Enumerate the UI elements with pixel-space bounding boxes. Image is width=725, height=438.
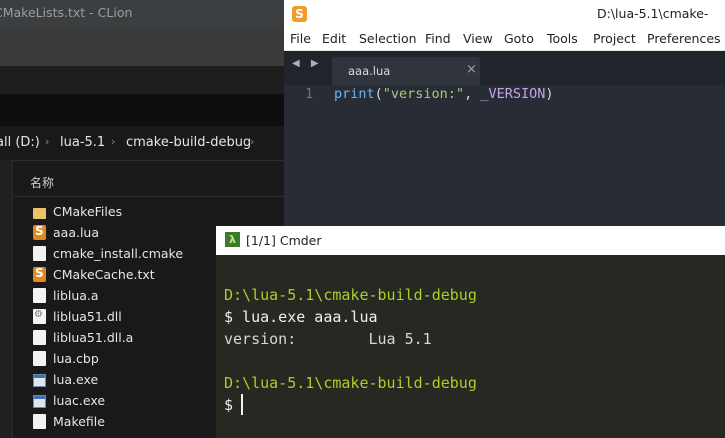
terminal-output: version: Lua 5.1 (224, 330, 432, 348)
line-number: 1 (305, 86, 314, 102)
list-item[interactable]: luac.exe (33, 390, 105, 411)
exe-icon (33, 373, 46, 387)
exe-icon (33, 394, 46, 408)
menu-tools[interactable]: Tools (547, 31, 578, 46)
file-icon (33, 330, 46, 345)
terminal-prompt-path: D:\lua-5.1\cmake-build-debug (224, 374, 477, 392)
list-item[interactable]: liblua.a (33, 285, 99, 306)
list-item[interactable]: liblua51.dll (33, 306, 122, 327)
list-item[interactable]: CMakeCache.txt (33, 264, 155, 285)
menu-file[interactable]: File (290, 31, 311, 46)
sublime-file-icon (33, 224, 46, 240)
file-name: cmake_install.cmake (53, 246, 184, 261)
sublime-titlebar[interactable]: D:\lua-5.1\cmake-build-debug\aaa.lua - S… (284, 0, 725, 77)
dll-icon (33, 309, 46, 324)
list-item[interactable]: lua.cbp (33, 348, 99, 369)
code-comma: , (464, 86, 481, 102)
file-icon (33, 246, 46, 261)
breadcrumb-chevron-icon: › (45, 135, 50, 148)
nav-pane-edge (0, 160, 13, 438)
file-name: liblua.a (53, 288, 99, 303)
terminal-prompt: $ (224, 396, 234, 414)
menu-project[interactable]: Project (593, 31, 636, 46)
tab-label: aaa.lua (348, 64, 391, 78)
file-icon (33, 351, 46, 366)
code-function: print (334, 86, 375, 102)
folder-icon (33, 207, 46, 219)
code-variable: _VERSION (480, 86, 546, 102)
clion-title: CMakeLists.txt - CLion (0, 5, 133, 20)
breadcrumb-lua[interactable]: lua-5.1 (60, 135, 105, 150)
file-name: lua.cbp (53, 351, 99, 366)
list-item[interactable]: lua.exe (33, 369, 98, 390)
breadcrumb[interactable]: all (D:) › lua-5.1 › cmake-build-debug › (0, 126, 284, 161)
tab-nav-arrows-icon[interactable]: ◀ ▶ (292, 58, 323, 69)
file-icon (33, 414, 46, 429)
menu-goto[interactable]: Goto (504, 31, 534, 46)
sublime-file-icon (33, 266, 46, 282)
lambda-icon: λ (225, 232, 240, 247)
clion-panel-dark (0, 94, 284, 126)
code-line[interactable]: print("version:", _VERSION) (334, 86, 554, 102)
list-item[interactable]: Makefile (33, 411, 105, 432)
terminal-command: $ lua.exe aaa.lua (224, 308, 378, 326)
column-header-name[interactable]: 名称 (30, 174, 54, 191)
code-paren: ) (545, 86, 554, 102)
file-name: aaa.lua (53, 225, 100, 240)
menu-view[interactable]: View (463, 31, 493, 46)
file-name: liblua51.dll (53, 309, 122, 324)
clion-panel (0, 66, 284, 94)
breadcrumb-chevron-icon: › (111, 135, 116, 148)
list-item[interactable]: CMakeFiles (33, 201, 122, 222)
terminal-cursor[interactable] (241, 394, 243, 415)
close-icon[interactable]: × (466, 62, 477, 77)
menu-bar: File Edit Selection Find View Goto Tools… (284, 28, 725, 51)
menu-preferences[interactable]: Preferences (647, 31, 721, 46)
menu-find[interactable]: Find (425, 31, 451, 46)
breadcrumb-drive[interactable]: all (D:) (0, 135, 40, 150)
tab-aaa-lua[interactable]: aaa.lua × (332, 57, 480, 85)
menu-selection[interactable]: Selection (359, 31, 417, 46)
terminal-prompt-path: D:\lua-5.1\cmake-build-debug (224, 286, 477, 304)
list-item[interactable]: liblua51.dll.a (33, 327, 133, 348)
file-name: luac.exe (53, 393, 106, 408)
column-divider (14, 196, 284, 197)
code-paren: ( (374, 86, 383, 102)
list-item[interactable]: cmake_install.cmake (33, 243, 183, 264)
clion-titlebar[interactable]: CMakeLists.txt - CLion (0, 0, 284, 26)
file-name: liblua51.dll.a (53, 330, 134, 345)
cmder-title: [1/1] Cmder (246, 233, 322, 248)
code-editor[interactable] (284, 85, 725, 226)
breadcrumb-build[interactable]: cmake-build-debug (126, 135, 251, 150)
list-item[interactable]: aaa.lua (33, 222, 99, 243)
file-name: Makefile (53, 414, 105, 429)
code-string: "version:" (382, 86, 465, 102)
clion-toolbar (0, 26, 284, 66)
file-icon (33, 288, 46, 303)
menu-edit[interactable]: Edit (322, 31, 346, 46)
file-name: lua.exe (53, 372, 99, 387)
breadcrumb-chevron-icon: › (250, 135, 255, 148)
file-name: CMakeFiles (53, 204, 123, 219)
file-name: CMakeCache.txt (53, 267, 155, 282)
sublime-logo-icon: S (292, 6, 307, 22)
